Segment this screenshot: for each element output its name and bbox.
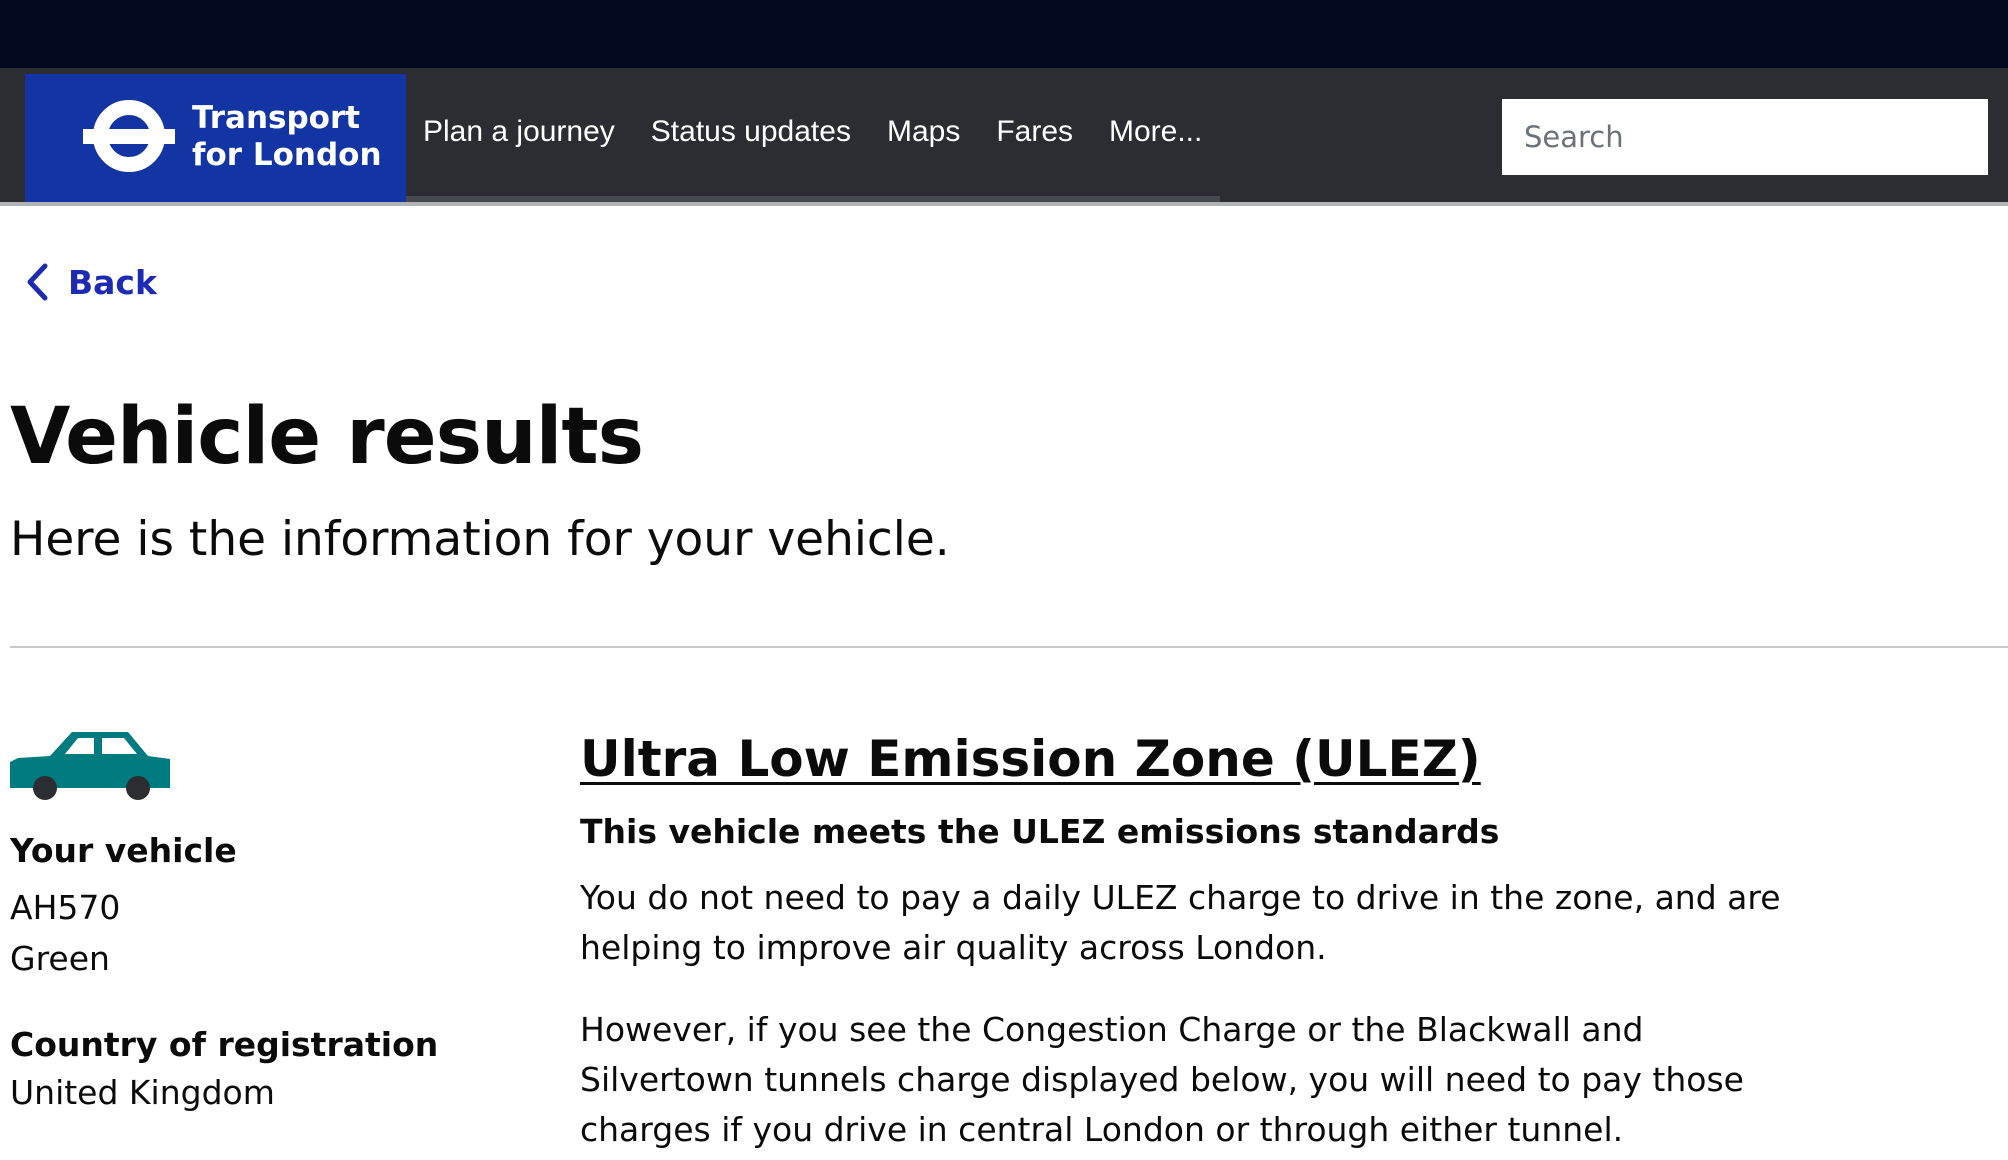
nav-maps[interactable]: Maps bbox=[868, 68, 979, 202]
ulez-title-link[interactable]: Ultra Low Emission Zone (ULEZ) bbox=[580, 730, 1481, 788]
nav-status-updates[interactable]: Status updates bbox=[632, 68, 869, 202]
vehicle-registration: AH570 bbox=[10, 888, 121, 927]
main-nav: Plan a journey Status updates Maps Fares… bbox=[406, 68, 1221, 202]
page-title: Vehicle results bbox=[10, 392, 644, 482]
site-header: Transport for London Plan a journey Stat… bbox=[0, 68, 2008, 206]
nav-more[interactable]: More... bbox=[1091, 68, 1221, 202]
back-label: Back bbox=[68, 262, 157, 302]
ulez-paragraph-2: However, if you see the Congestion Charg… bbox=[580, 1010, 1744, 1149]
back-link[interactable]: Back bbox=[24, 262, 157, 302]
chevron-left-icon bbox=[27, 263, 48, 301]
nav-fares[interactable]: Fares bbox=[978, 68, 1091, 202]
nav-plan-a-journey[interactable]: Plan a journey bbox=[406, 68, 633, 202]
logo-text: Transport for London bbox=[192, 100, 382, 174]
tfl-logo-link[interactable]: Transport for London bbox=[25, 74, 406, 202]
vehicle-colour: Green bbox=[10, 939, 110, 978]
divider bbox=[10, 646, 2008, 648]
country-heading: Country of registration bbox=[10, 1025, 439, 1064]
tfl-roundel-icon bbox=[83, 100, 175, 176]
search-input[interactable] bbox=[1502, 99, 1988, 175]
top-bar bbox=[0, 0, 2008, 68]
ulez-paragraph-1: You do not need to pay a daily ULEZ char… bbox=[580, 878, 1781, 967]
logo-line-2: for London bbox=[192, 137, 382, 173]
logo-line-1: Transport bbox=[192, 100, 361, 136]
your-vehicle-heading: Your vehicle bbox=[10, 831, 237, 870]
page-lead: Here is the information for your vehicle… bbox=[10, 512, 950, 567]
ulez-status: This vehicle meets the ULEZ emissions st… bbox=[580, 812, 1500, 851]
country-value: United Kingdom bbox=[10, 1073, 275, 1112]
car-icon bbox=[10, 732, 170, 800]
